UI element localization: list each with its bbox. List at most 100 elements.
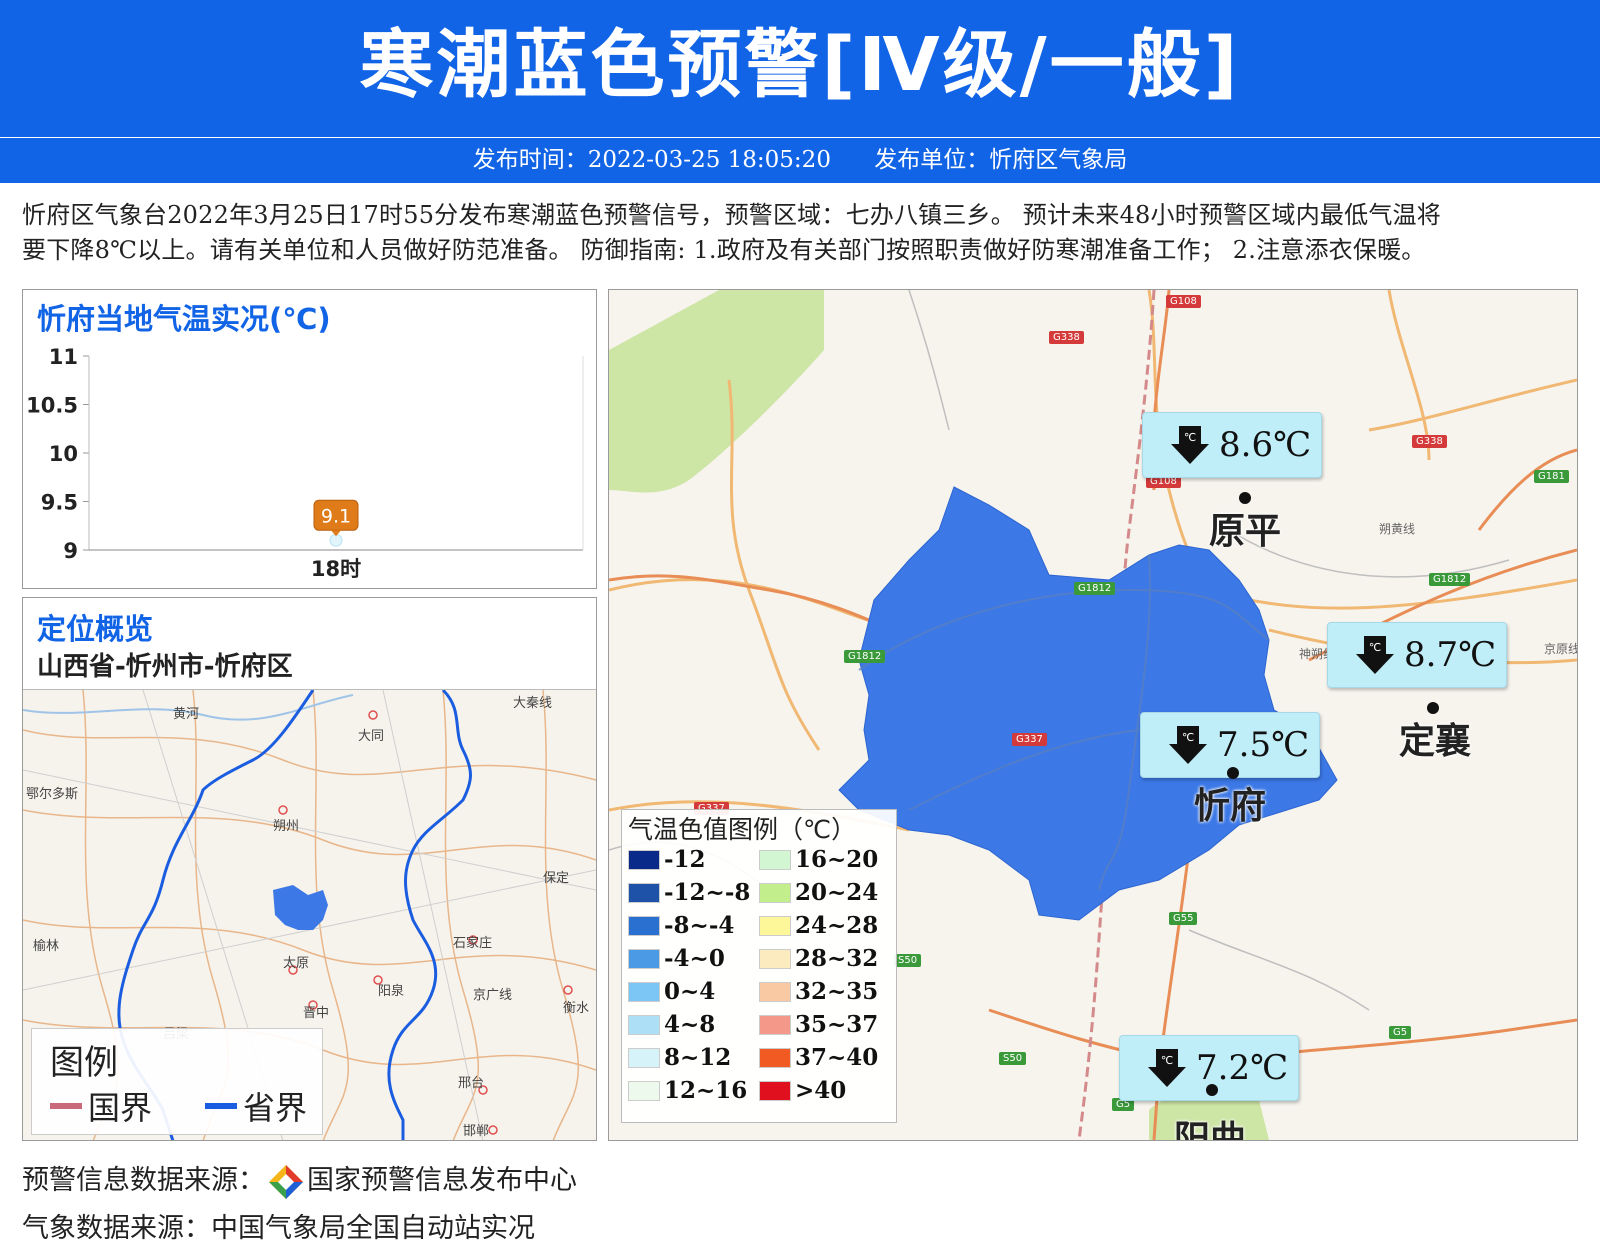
svg-text:℃: ℃ [1369, 641, 1381, 654]
legend-item: -8~-4 [628, 912, 734, 939]
overview-place-label: 阳泉 [378, 984, 405, 999]
publish-info-bar: 发布时间：2022-03-25 18:05:20 发布单位：忻府区气象局 [0, 138, 1600, 183]
warning-source-label: 预警信息数据来源： [22, 1165, 265, 1196]
temperature-chart: 11 10.5 10 9.5 9 9.1 18时 [26, 345, 584, 581]
legend-color-swatch [628, 849, 660, 870]
overview-place-label: 衡水 [563, 1001, 590, 1016]
legend-item: 24~28 [759, 912, 878, 939]
description-line-2: 要下降8℃以上。请有关单位和人员做好防范准备。 防御指南: 1.政府及有关部门按… [22, 236, 1426, 264]
y-tick-label: 11 [49, 345, 78, 369]
overview-map: 黄河大同鄂尔多斯朔州保定榆林石家庄太原阳泉晋中衡水吕梁邢台邯郸京广线大秦线 图例… [23, 689, 596, 1140]
station-temperature: 8.6℃ [1219, 425, 1312, 465]
legend-item: 12~16 [628, 1077, 747, 1104]
station-temp-box: ℃ 8.6℃ [1142, 412, 1322, 478]
overview-place-label: 京广线 [473, 988, 513, 1003]
legend-label: 0~4 [664, 978, 716, 1005]
road-label: G338 [1049, 331, 1084, 344]
legend-item: 32~35 [759, 978, 878, 1005]
station-name: 原平 [1209, 511, 1282, 552]
legend-item: 16~20 [759, 846, 878, 873]
station-name: 定襄 [1399, 721, 1472, 762]
legend-item: 8~12 [628, 1044, 731, 1071]
road-label: G108 [1166, 295, 1201, 308]
overview-legend-item: 省界 [205, 1083, 307, 1129]
legend-color-swatch [759, 1080, 791, 1101]
legend-line-label: 省界 [243, 1089, 308, 1127]
station-temperature: 7.2℃ [1196, 1048, 1289, 1088]
svg-text:℃: ℃ [1161, 1054, 1173, 1067]
legend-color-swatch [759, 1014, 791, 1035]
legend-line-label: 国界 [88, 1089, 153, 1127]
overview-place-label: 太原 [283, 956, 310, 971]
overview-legend: 图例 国界 省界 [31, 1028, 323, 1135]
overview-place-label: 朔州 [273, 819, 300, 834]
road-label: G1812 [844, 650, 886, 663]
legend-label: 20~24 [795, 879, 879, 906]
legend-color-swatch [759, 882, 791, 903]
thermometer-down-icon: ℃ [1169, 726, 1207, 764]
main-map: G108 G338 G338 G181 G108 G1812 G1812 G1812 G337 G… [608, 289, 1578, 1141]
station-name: 阳曲 [1174, 1119, 1247, 1141]
y-tick-label: 9.5 [41, 491, 78, 515]
legend-label: 16~20 [795, 846, 879, 873]
legend-label: 12~16 [664, 1077, 748, 1104]
legend-item: 4~8 [628, 1011, 715, 1038]
legend-color-swatch [759, 849, 791, 870]
y-tick-label: 9 [63, 539, 78, 563]
legend-item: 37~40 [759, 1044, 878, 1071]
legend-item: >40 [759, 1077, 846, 1104]
thermometer-down-icon: ℃ [1356, 636, 1394, 674]
overview-place-label: 晋中 [303, 1006, 330, 1021]
railway-label: 朔黄线 [1379, 522, 1416, 536]
legend-item: -4~0 [628, 945, 725, 972]
road-label: S50 [999, 1052, 1027, 1065]
temperature-panel: 忻府当地气温实况(℃) 11 10.5 10 9.5 9 9.1 18时 [22, 289, 597, 589]
data-label: 9.1 [321, 505, 351, 527]
header-banner: 寒潮蓝色预警[Ⅳ级/一般] [0, 0, 1600, 137]
location-panel-title: 定位概览 [37, 612, 154, 646]
legend-color-swatch [628, 981, 660, 1002]
location-panel: 定位概览 山西省-忻州市-忻府区 黄河 大同 鄂尔多斯 朔州 保定 榆林 石家庄… [22, 597, 597, 1141]
legend-item: -12~-8 [628, 879, 750, 906]
legend-color-swatch [759, 981, 791, 1002]
legend-label: 35~37 [795, 1011, 879, 1038]
legend-label: 37~40 [795, 1044, 879, 1071]
legend-line-swatch [50, 1103, 82, 1109]
temperature-legend: 气温色值图例（℃） -12 -12~-8 -8~-4 -4~0 0~4 4~8 8~12 12… [621, 809, 897, 1123]
road-label: G1812 [1429, 573, 1471, 586]
svg-text:℃: ℃ [1182, 731, 1194, 744]
legend-label: 28~32 [795, 945, 879, 972]
legend-label: 4~8 [664, 1011, 716, 1038]
railway-label: 京原线 [1544, 642, 1578, 656]
legend-color-swatch [628, 1047, 660, 1068]
xinfu-highlight [273, 885, 328, 930]
road-label: G337 [1012, 733, 1047, 746]
legend-color-swatch [759, 948, 791, 969]
y-tick-label: 10 [49, 442, 78, 466]
station-name: 忻府 [1194, 786, 1267, 827]
station-temperature: 7.5℃ [1217, 725, 1310, 765]
legend-item: -12 [628, 846, 706, 873]
legend-color-swatch [759, 1047, 791, 1068]
legend-label: -12 [664, 846, 706, 873]
warning-center-logo [269, 1164, 303, 1199]
overview-place-label: 大同 [358, 729, 385, 744]
legend-line-swatch [205, 1103, 237, 1109]
road-label: G338 [1412, 435, 1447, 448]
weather-source: 气象数据来源：中国气象局全国自动站实况 [22, 1213, 535, 1244]
legend-color-swatch [628, 1080, 660, 1101]
road-label: G181 [1534, 470, 1569, 483]
legend-color-swatch [628, 882, 660, 903]
legend-color-swatch [759, 915, 791, 936]
road-label: G5 [1389, 1026, 1412, 1039]
page-title: 寒潮蓝色预警[Ⅳ级/一般] [359, 22, 1241, 108]
overview-place-label: 保定 [543, 871, 570, 886]
overview-place-label: 大秦线 [513, 696, 553, 711]
overview-place-label: 榆林 [33, 939, 60, 954]
thermometer-down-icon: ℃ [1171, 426, 1209, 464]
svg-text:℃: ℃ [1184, 431, 1196, 444]
x-tick-label: 18时 [311, 557, 361, 581]
legend-color-swatch [628, 1014, 660, 1035]
legend-label: 32~35 [795, 978, 879, 1005]
temperature-legend-title: 气温色值图例（℃） [628, 815, 857, 844]
